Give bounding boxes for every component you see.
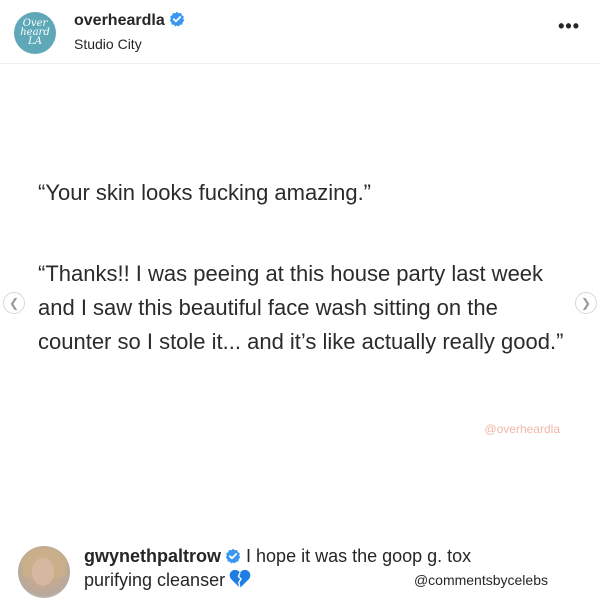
avatar-line-3: LA xyxy=(28,36,42,47)
comment-body: I hope it was the goop g. tox xyxy=(246,546,472,566)
verified-badge-icon xyxy=(169,11,184,27)
avatar-face xyxy=(32,558,54,586)
verified-badge-icon xyxy=(225,548,241,564)
comment-body-continued: purifying cleanser xyxy=(84,570,226,590)
chevron-left-icon[interactable]: ❮ xyxy=(3,292,25,314)
post-watermark: @overheardla xyxy=(484,422,560,436)
comment-text: gwynethpaltrow I hope it was the goop g.… xyxy=(84,544,554,568)
commenter-avatar[interactable] xyxy=(18,546,70,598)
account-avatar[interactable]: Over heard LA xyxy=(14,12,56,54)
quote-response: “Thanks!! I was peeing at this house par… xyxy=(38,261,564,354)
comment-body-line2: purifying cleanser xyxy=(84,568,251,592)
account-username-text[interactable]: overheardla xyxy=(74,12,165,29)
more-options-icon[interactable]: ••• xyxy=(558,16,580,37)
credit-watermark: @commentsbycelebs xyxy=(413,572,548,588)
post-location[interactable]: Studio City xyxy=(74,36,142,52)
quote-compliment: “Your skin looks fucking amazing.” xyxy=(38,180,372,205)
chevron-right-icon[interactable]: ❯ xyxy=(575,292,597,314)
post-header: Over heard LA overheardla Studio City ••… xyxy=(0,0,600,64)
broken-blue-heart-icon xyxy=(229,569,251,589)
comment-row: gwynethpaltrow I hope it was the goop g.… xyxy=(0,524,600,602)
account-username[interactable]: overheardla xyxy=(74,11,185,30)
post-image: “Your skin looks fucking amazing.” “Than… xyxy=(0,64,600,524)
commenter-username[interactable]: gwynethpaltrow xyxy=(84,546,221,566)
